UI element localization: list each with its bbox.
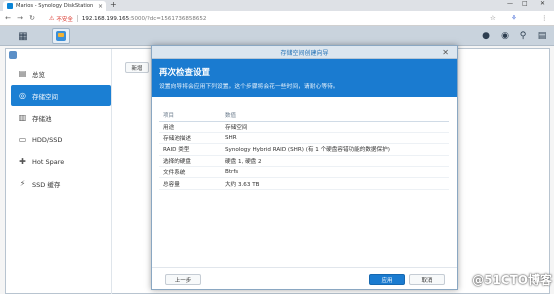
browser-tab[interactable]: Marios - Synology DiskStation × [3,1,106,11]
sidebar-item-label: 存储空间 [32,92,58,101]
minimize-icon[interactable]: — [507,0,513,7]
bookmark-star-icon[interactable]: ☆ [490,14,496,22]
row-key: 总容量 [159,177,221,190]
sidebar-item-label: HDD/SSD [32,135,63,144]
tab-title: Marios - Synology DiskStation [16,3,94,9]
forward-icon[interactable]: → [16,14,24,22]
sidebar-item-volume[interactable]: ◎ 存储空间 [11,85,111,106]
row-value: 存储空间 [221,121,449,133]
warning-icon[interactable]: ⚠ [49,15,54,22]
insecure-label[interactable]: 不安全 [56,15,73,23]
new-button[interactable]: 新增 [125,62,149,73]
widgets-icon[interactable]: ▤ [535,29,549,43]
table-row: 用途 存储空间 [159,121,449,133]
row-key: 用途 [159,121,221,133]
wizard-titlebar[interactable]: 存储空间创建向导 ✕ [152,46,457,59]
wizard-banner: 再次检查设置 设置向导将会应用下列设置。这个步骤将会花一些时间，请耐心等待。 [152,59,457,97]
sidebar-item-hot-spare[interactable]: ✚ Hot Spare [11,151,111,172]
window-close-icon[interactable]: ✕ [540,0,545,7]
watermark: @51CTO博客 [472,273,552,287]
reload-icon[interactable]: ↻ [28,14,36,22]
storage-manager-icon [56,31,66,41]
row-value: Synology Hybrid RAID (SHR) (有 1 个硬盘容错功能的… [221,143,449,156]
volume-icon: ◎ [19,91,26,100]
browser-tab-bar: Marios - Synology DiskStation × + — □ ✕ [0,0,554,11]
column-header-value: 数值 [221,110,449,122]
hot-spare-icon: ✚ [19,157,26,166]
apply-button[interactable]: 应用 [369,274,405,285]
synology-favicon-icon [7,3,13,9]
sidebar-item-ssd-cache[interactable]: ⚡ SSD 缓存 [11,173,111,194]
row-key: 文件系统 [159,166,221,179]
close-icon[interactable]: ✕ [442,48,449,57]
wizard-title: 存储空间创建向导 [280,49,329,57]
browser-menu-icon[interactable]: ⋮ [541,14,548,22]
ssd-cache-icon: ⚡ [19,179,26,188]
sidebar-item-overview[interactable]: ▤ 总览 [11,63,111,84]
disk-icon: ▭ [18,135,27,144]
summary-table: 项目 数值 用途 存储空间 存储池描述 SHR RAID 类型 Synology… [159,110,449,190]
back-icon[interactable]: ← [4,14,12,22]
row-key: 存储池描述 [159,132,221,145]
sidebar-item-label: SSD 缓存 [32,180,61,189]
divider [76,15,78,22]
row-value: 硬盘 1, 硬盘 2 [221,155,449,168]
new-tab-button[interactable]: + [110,0,117,9]
table-row: 文件系统 Btrfs [159,166,449,179]
table-row: 总容量 大约 3.63 TB [159,177,449,190]
wizard-description: 设置向导将会应用下列设置。这个步骤将会花一些时间，请耐心等待。 [159,84,339,90]
url-text: 192.168.199.165:5000/?dc=1561736858652 [81,15,207,22]
table-row: RAID 类型 Synology Hybrid RAID (SHR) (有 1 … [159,143,449,156]
row-key: RAID 类型 [159,143,221,156]
back-button[interactable]: 上一步 [165,274,201,285]
url-field[interactable]: ⚠ 不安全 192.168.199.165:5000/?dc=156173685… [49,13,429,24]
table-header-row: 项目 数值 [159,110,449,122]
chat-icon[interactable]: ● [479,29,493,43]
row-value: Btrfs [221,166,449,179]
table-row: 存储池描述 SHR [159,132,449,145]
sidebar-item-hdd-ssd[interactable]: ▭ HDD/SSD [11,129,111,150]
sidebar-item-label: 总览 [32,70,45,79]
sidebar-item-label: 存储池 [32,114,52,123]
main-menu-grid-icon[interactable]: ▦ [14,29,32,43]
extension-icon[interactable]: ⚘ [511,14,517,22]
sidebar: ▤ 总览 ◎ 存储空间 ▥ 存储池 ▭ HDD/SSD ✚ Hot Spare … [11,63,111,195]
volume-creation-wizard: 存储空间创建向导 ✕ 再次检查设置 设置向导将会应用下列设置。这个步骤将会花一些… [151,45,458,290]
table-row: 选择的硬盘 硬盘 1, 硬盘 2 [159,155,449,168]
dsm-taskbar: ▦ ● ◉ ⚲ ▤ [0,26,554,46]
row-value: SHR [221,132,449,145]
row-key: 选择的硬盘 [159,155,221,168]
search-icon[interactable]: ⚲ [516,29,530,43]
cancel-button[interactable]: 取消 [409,274,445,285]
storage-pool-icon: ▥ [18,113,27,122]
maximize-icon[interactable]: □ [522,0,528,7]
tab-close-icon[interactable]: × [98,3,103,10]
column-header-item: 项目 [159,110,221,122]
sidebar-item-storage-pool[interactable]: ▥ 存储池 [11,107,111,128]
row-value: 大约 3.63 TB [221,177,449,190]
storage-manager-logo-icon [9,51,17,59]
storage-manager-taskbar-icon[interactable] [52,28,70,44]
overview-icon: ▤ [18,69,27,78]
address-bar: ← → ↻ ⚠ 不安全 192.168.199.165:5000/?dc=156… [0,11,554,26]
wizard-heading: 再次检查设置 [159,68,211,78]
summary-table-container: 项目 数值 用途 存储空间 存储池描述 SHR RAID 类型 Synology… [159,110,449,190]
wizard-footer: 上一步 应用 取消 [152,267,457,289]
sidebar-item-label: Hot Spare [32,157,65,166]
user-icon[interactable]: ◉ [498,29,512,43]
